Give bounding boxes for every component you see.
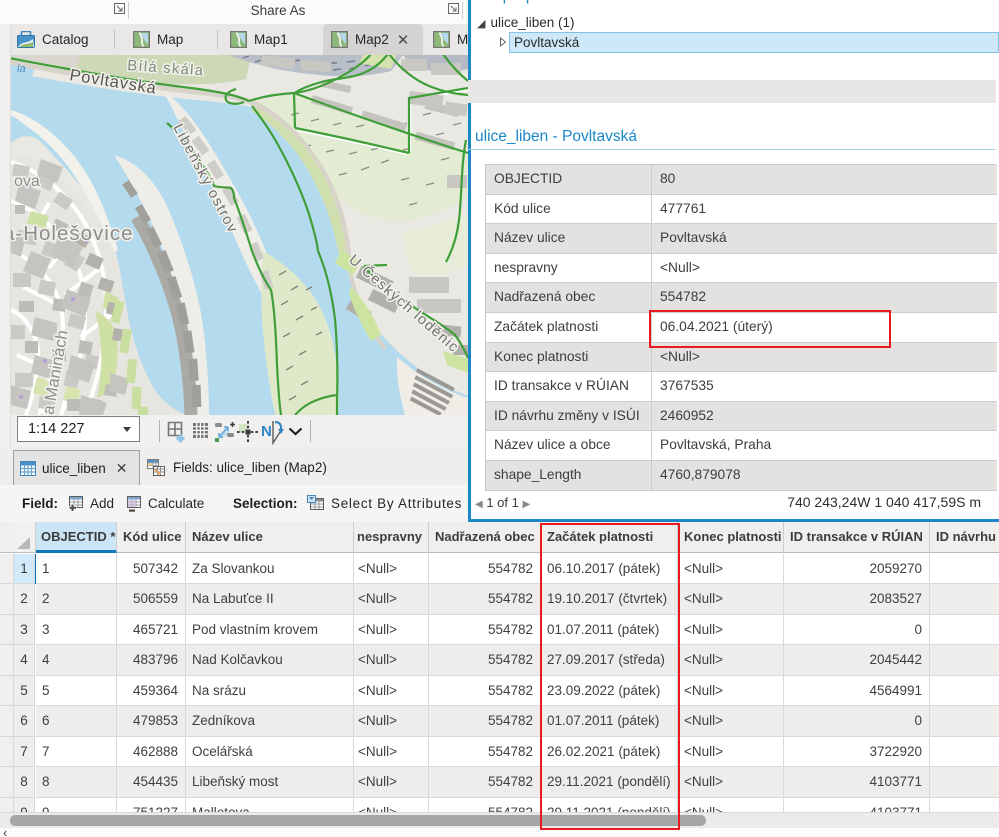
svg-text:a-Holešovice: a-Holešovice bbox=[11, 222, 134, 245]
svg-text:ova: ova bbox=[14, 173, 40, 190]
svg-text:N: N bbox=[261, 423, 272, 440]
svg-text:la: la bbox=[17, 63, 26, 75]
